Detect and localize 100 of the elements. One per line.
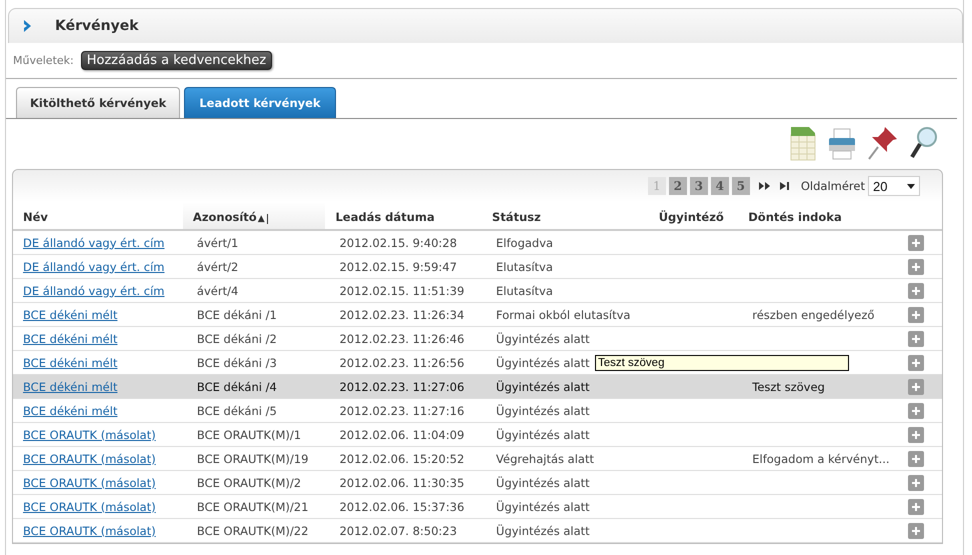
next-page-icon[interactable]: [758, 181, 771, 191]
table-cell: 2012.02.23. 11:26:34: [339, 308, 464, 322]
plus-icon[interactable]: [908, 354, 924, 370]
column-header[interactable]: Ügyintéző: [648, 202, 738, 230]
last-page-icon[interactable]: [780, 181, 790, 191]
chevron-icon: [23, 19, 33, 33]
page-button[interactable]: 5: [732, 177, 750, 195]
request-link[interactable]: DE állandó vagy ért. cím: [23, 284, 164, 298]
table-cell: 2012.02.06. 15:37:36: [339, 500, 464, 514]
table-row[interactable]: BCE ORAUTK (másolat) BCE ORAUTK(M)/21 2012.02.06. 15:37:36 Ügyintézés alatt: [13, 494, 942, 518]
actions-label: Műveletek:: [13, 54, 74, 67]
printer-icon[interactable]: [827, 127, 857, 161]
request-link[interactable]: BCE ORAUTK (másolat): [23, 428, 156, 442]
page-size-select[interactable]: 20: [868, 176, 920, 196]
request-link[interactable]: BCE ORAUTK (másolat): [23, 500, 156, 514]
request-link[interactable]: DE állandó vagy ért. cím: [23, 260, 164, 274]
plus-icon[interactable]: [908, 306, 924, 322]
table-row[interactable]: BCE dékéni mélt BCE dékáni /2 2012.02.23. 11:26:46 Ügyintézés alatt: [13, 326, 942, 350]
table-cell: Ügyintézés alatt: [496, 404, 590, 418]
panel-title: Kérvények: [55, 18, 139, 34]
plus-icon[interactable]: [908, 282, 924, 298]
table-cell: részben engedélyező: [752, 308, 874, 322]
table-cell: Végrehajtás alatt: [496, 452, 594, 466]
request-link[interactable]: BCE dékéni mélt: [23, 332, 118, 346]
table-cell: Ügyintézés alatt: [496, 356, 590, 370]
plus-icon[interactable]: [908, 474, 924, 490]
table-cell: 2012.02.06. 15:20:52: [339, 452, 464, 466]
table-cell: BCE ORAUTK(M)/22: [196, 524, 308, 538]
table-cell: 2012.02.23. 11:27:06: [339, 380, 464, 394]
table-cell: BCE dékáni /3: [196, 356, 277, 370]
tooltip: Teszt szöveg: [595, 355, 849, 371]
page-button[interactable]: 4: [710, 177, 729, 195]
pushpin-icon[interactable]: [867, 125, 899, 161]
table-row[interactable]: DE állandó vagy ért. cím ávért/4 2012.02.15. 11:51:39 Elutasítva: [13, 278, 942, 302]
favorites-button[interactable]: Hozzáadás a kedvencekhez: [80, 51, 272, 70]
table-cell: 2012.02.15. 9:40:28: [339, 236, 457, 250]
request-link[interactable]: BCE ORAUTK (másolat): [23, 524, 156, 538]
tab[interactable]: Leadott kérvények: [184, 87, 336, 118]
table-cell: 2012.02.06. 11:30:35: [339, 476, 464, 490]
plus-icon[interactable]: [908, 402, 924, 418]
plus-icon[interactable]: [908, 450, 924, 466]
page-button[interactable]: 3: [690, 177, 708, 195]
page-size-label: Oldalméret: [800, 179, 865, 193]
table-row[interactable]: BCE ORAUTK (másolat) BCE ORAUTK(M)/19 2012.02.06. 15:20:52 Végrehajtás alatt Elfogadom a kérvényt...: [13, 446, 942, 470]
table-cell: 2012.02.23. 11:27:16: [339, 404, 464, 418]
table-cell: Elfogadom a kérvényt...: [752, 452, 890, 466]
table-cell: BCE dékáni /4: [196, 380, 277, 394]
table-cell: 2012.02.23. 11:26:56: [339, 356, 464, 370]
search-icon[interactable]: [909, 125, 939, 161]
table-row[interactable]: BCE dékéni mélt BCE dékáni /4 2012.02.23. 11:27:06 Ügyintézés alatt Teszt szöveg: [13, 374, 942, 398]
table-cell: BCE ORAUTK(M)/19: [196, 452, 308, 466]
column-header[interactable]: Leadás dátuma: [325, 202, 482, 230]
plus-icon[interactable]: [908, 378, 924, 394]
table-row[interactable]: BCE ORAUTK (másolat) BCE ORAUTK(M)/2 2012.02.06. 11:30:35 Ügyintézés alatt: [13, 470, 942, 494]
table-cell: Elutasítva: [496, 260, 553, 274]
table-cell: Ügyintézés alatt: [496, 524, 590, 538]
dropdown-caret-icon[interactable]: [907, 184, 915, 188]
table-cell: ávért/4: [196, 284, 238, 298]
table-cell: Elutasítva: [496, 284, 553, 298]
table-cell: BCE ORAUTK(M)/2: [196, 476, 302, 490]
table-cell: Ügyintézés alatt: [496, 476, 590, 490]
table-row[interactable]: BCE dékéni mélt BCE dékáni /1 2012.02.23. 11:26:34 Formai okból elutasítva részben engedélyező: [13, 302, 942, 326]
plus-icon[interactable]: [908, 330, 924, 346]
plus-icon[interactable]: [908, 426, 924, 442]
request-link[interactable]: BCE dékéni mélt: [23, 356, 118, 370]
table-row[interactable]: BCE ORAUTK (másolat) BCE ORAUTK(M)/22 2012.02.07. 8:50:23 Ügyintézés alatt: [13, 518, 942, 542]
table-cell: BCE dékáni /1: [196, 308, 277, 322]
table-cell: 2012.02.07. 8:50:23: [339, 524, 457, 538]
spreadsheet-icon[interactable]: [789, 125, 817, 161]
plus-icon[interactable]: [908, 258, 924, 274]
table-cell: Elfogadva: [496, 236, 554, 250]
table-cell: 2012.02.23. 11:26:46: [339, 332, 464, 346]
request-link[interactable]: BCE dékéni mélt: [23, 308, 118, 322]
page-button[interactable]: 2: [668, 177, 687, 195]
table-cell: 2012.02.06. 11:04:09: [339, 428, 464, 442]
table-row[interactable]: DE állandó vagy ért. cím ávért/1 2012.02.15. 9:40:28 Elfogadva: [13, 230, 942, 254]
table-cell: BCE dékáni /2: [196, 332, 277, 346]
table-row[interactable]: BCE dékéni mélt BCE dékáni /5 2012.02.23. 11:27:16 Ügyintézés alatt: [13, 398, 942, 422]
request-link[interactable]: BCE ORAUTK (másolat): [23, 476, 156, 490]
table-cell: 2012.02.15. 11:51:39: [339, 284, 464, 298]
plus-icon[interactable]: [908, 498, 924, 514]
column-header[interactable]: Státusz: [482, 202, 649, 230]
table-cell: Formai okból elutasítva: [496, 308, 630, 322]
table-cell: Ügyintézés alatt: [496, 380, 590, 394]
request-link[interactable]: DE állandó vagy ért. cím: [23, 236, 164, 250]
table-cell: BCE ORAUTK(M)/21: [196, 500, 308, 514]
tab[interactable]: Kitölthető kérvények: [16, 87, 180, 118]
table-cell: 2012.02.15. 9:59:47: [339, 260, 457, 274]
table-cell: BCE ORAUTK(M)/1: [196, 428, 302, 442]
table-row[interactable]: BCE ORAUTK (másolat) BCE ORAUTK(M)/1 2012.02.06. 11:04:09 Ügyintézés alatt: [13, 422, 942, 446]
table-cell: ávért/2: [196, 260, 238, 274]
plus-icon[interactable]: [908, 522, 924, 538]
column-header[interactable]: Döntés indoka: [738, 202, 908, 230]
table-cell: Ügyintézés alatt: [496, 428, 590, 442]
table-cell: Ügyintézés alatt: [496, 332, 590, 346]
table-cell: ávért/1: [196, 236, 238, 250]
request-link[interactable]: BCE dékéni mélt: [23, 404, 118, 418]
plus-icon[interactable]: [908, 234, 924, 250]
request-link[interactable]: BCE ORAUTK (másolat): [23, 452, 156, 466]
table-row[interactable]: DE állandó vagy ért. cím ávért/2 2012.02.15. 9:59:47 Elutasítva: [13, 254, 942, 278]
